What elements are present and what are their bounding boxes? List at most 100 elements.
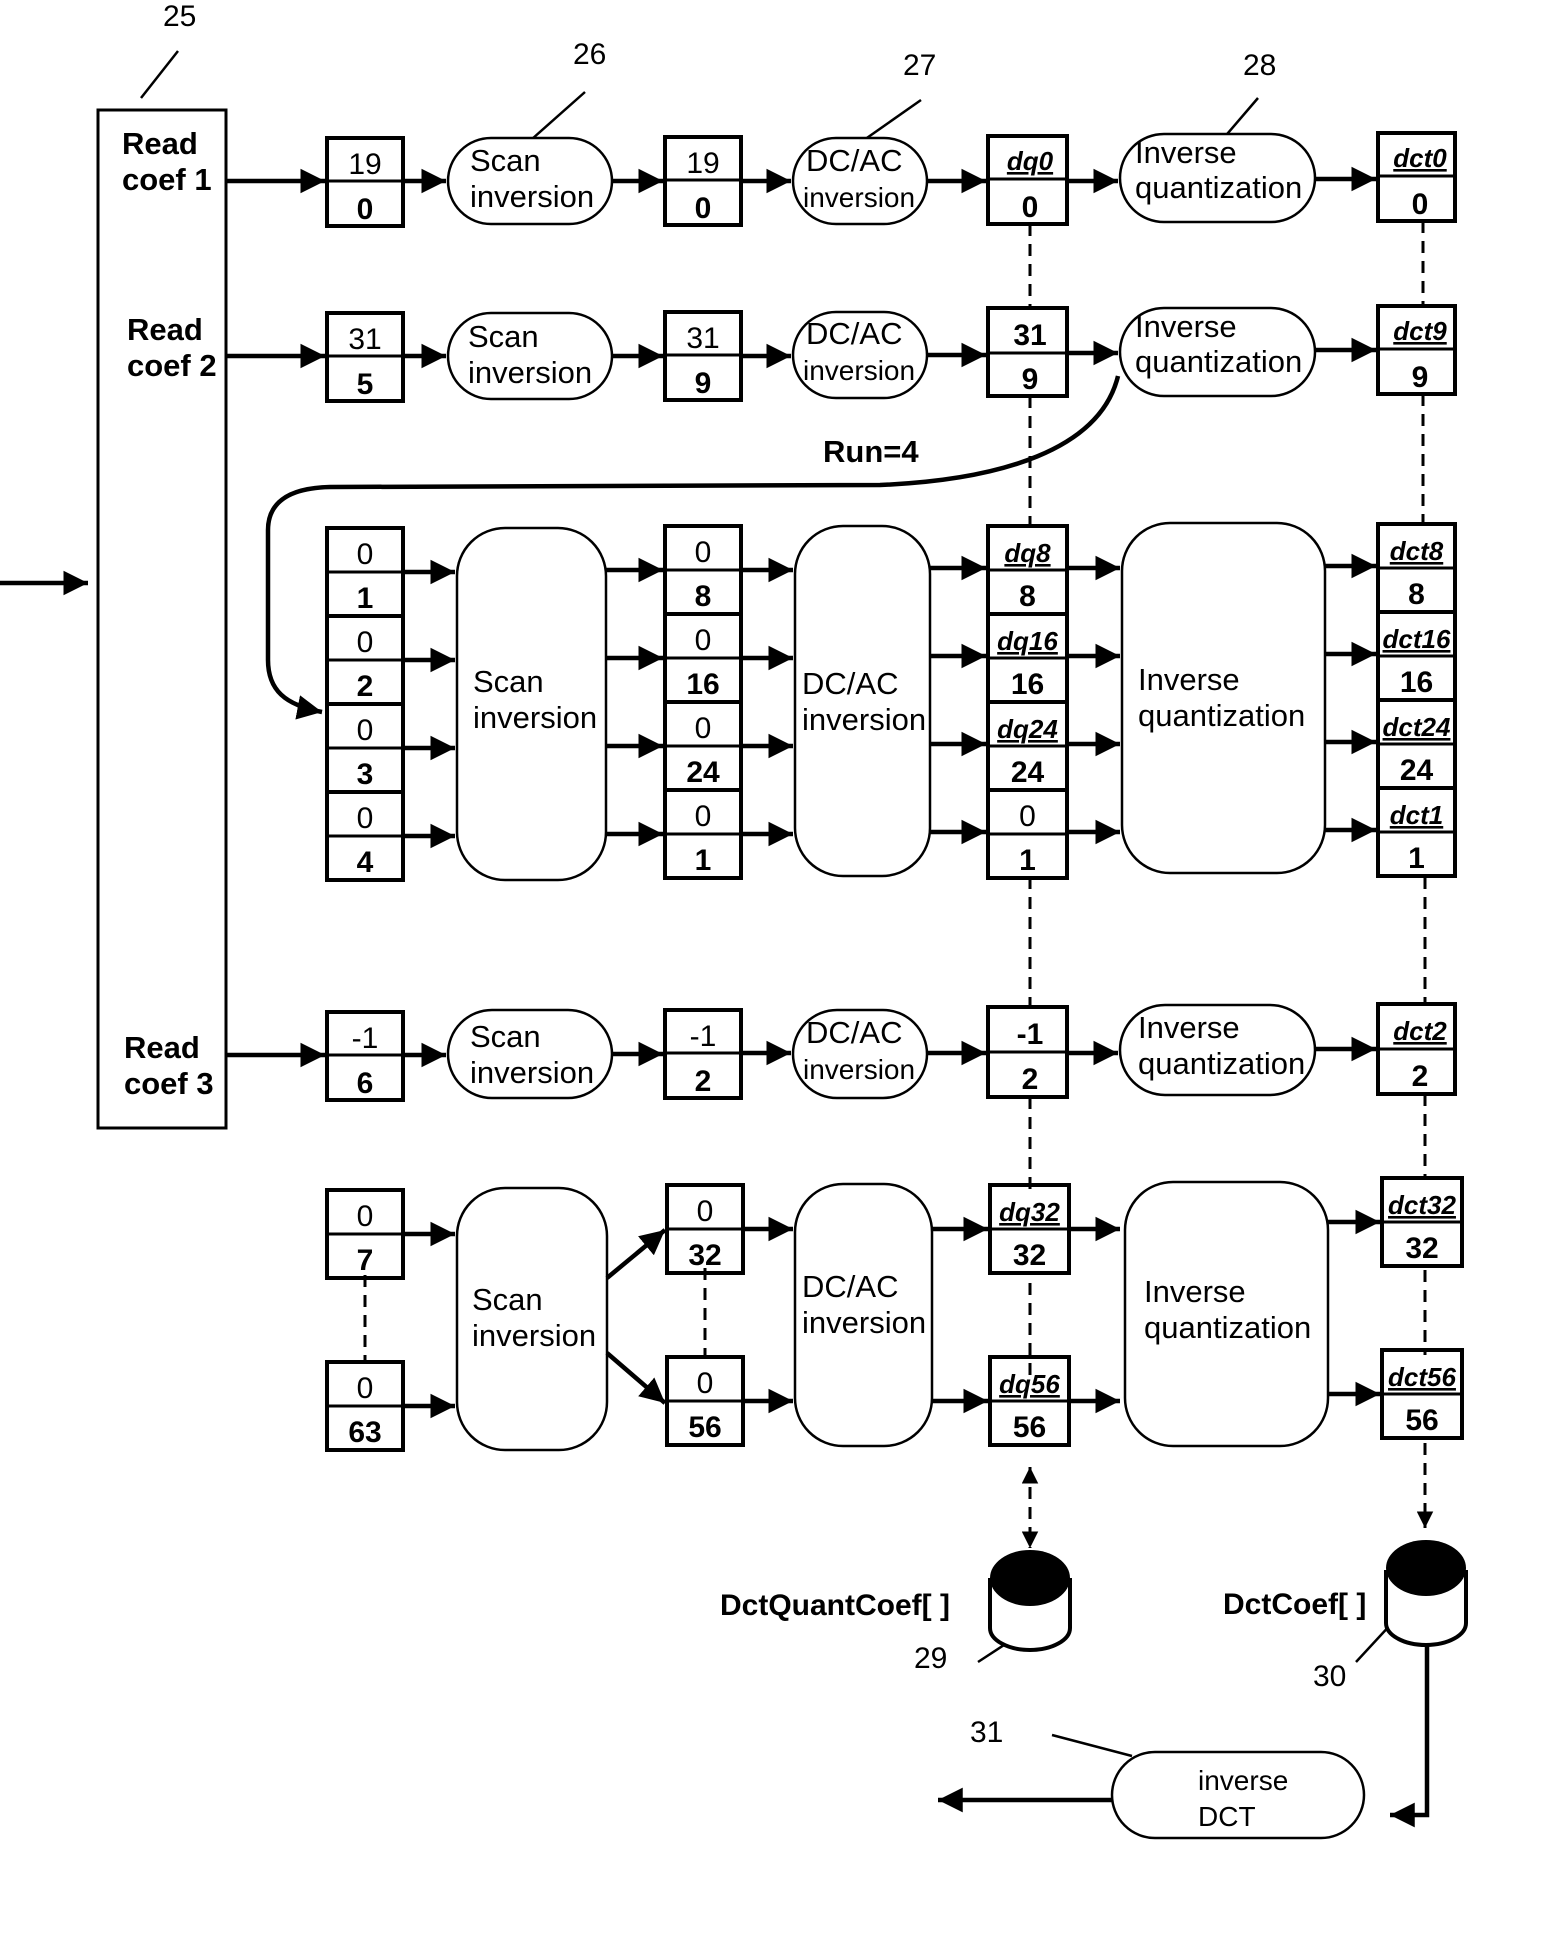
position-value: 63	[348, 1416, 381, 1449]
scan-label-1: Scan	[470, 143, 541, 178]
scan-label-1: Scan	[472, 1282, 543, 1317]
dct-label: dct0	[1393, 143, 1447, 173]
scan-label-1: Scan	[468, 319, 539, 354]
dcac-label-2: inversion	[803, 355, 915, 386]
level-value: -1	[352, 1022, 379, 1055]
position-value: 2	[695, 1065, 712, 1098]
position-value: 56	[688, 1411, 721, 1444]
row-coef-3: -1 6 Scan inversion -1 2 DC/AC inversion…	[226, 1002, 1457, 1102]
position-value: 9	[695, 367, 712, 400]
position-value: 1	[1019, 844, 1036, 877]
position-value: 24	[1400, 754, 1434, 787]
level-value: 0	[357, 714, 374, 747]
coef-label: dq24	[997, 714, 1058, 744]
read-coef-2-line2: coef 2	[127, 348, 217, 383]
read-coefficient-block: Read coef 1 Read coef 2 Read coef 3	[0, 108, 228, 1130]
run-label: Run=4	[823, 434, 919, 469]
leader-31	[1051, 1733, 1133, 1758]
input-pair-cell: 07	[325, 1188, 405, 1280]
scanned-pair-box: 31 9	[663, 310, 743, 402]
position-value: 32	[688, 1239, 721, 1272]
level-value: 0	[695, 536, 712, 569]
level-value: 0	[1019, 800, 1036, 833]
dcac-label-1: DC/AC	[806, 1015, 902, 1050]
scan-label-2: inversion	[473, 700, 597, 735]
position-value: 24	[686, 756, 720, 789]
level-value: 0	[697, 1195, 714, 1228]
dcac-label-2: inversion	[803, 182, 915, 213]
read-coef-1-line2: coef 1	[122, 162, 212, 197]
dct-label: dct2	[1393, 1016, 1447, 1046]
coef-label: dq8	[1004, 538, 1051, 568]
dct-box: dct2 2	[1376, 1002, 1457, 1096]
level-value: -1	[1017, 1018, 1044, 1051]
position-value: 1	[695, 844, 712, 877]
scanned-pair-box: -1 2	[663, 1008, 743, 1100]
level-value: 19	[348, 148, 381, 181]
input-pair-cell: 01	[325, 526, 405, 618]
dct-cell: dct32 32	[1380, 1176, 1464, 1268]
coef-label: dct24	[1383, 712, 1451, 742]
position-value: 0	[1412, 188, 1429, 221]
cylinder-top	[990, 1550, 1070, 1606]
scan-label-2: inversion	[472, 1318, 596, 1353]
read-block-frame	[96, 108, 228, 1130]
input-pair-cell: 04	[325, 790, 405, 882]
level-value: 0	[357, 802, 374, 835]
dct-cell: dct1 1	[1376, 786, 1457, 878]
dq-label: dq0	[1007, 146, 1054, 176]
read-coef-3-line1: Read	[124, 1030, 200, 1065]
inverse-dct-section: inverse DCT	[938, 1646, 1430, 1840]
dequant-box: -1 2	[986, 1005, 1069, 1099]
row-coef-2: 31 5 Scan inversion 31 9 DC/AC inversion…	[226, 304, 1457, 403]
dcac-label-2: inversion	[802, 702, 926, 737]
dcac-label-1: DC/AC	[802, 1269, 898, 1304]
coef-label: dq32	[999, 1197, 1060, 1227]
position-value: 4	[357, 846, 374, 879]
dcac-label-2: inversion	[803, 1054, 915, 1085]
dcac-inversion-process	[793, 524, 932, 878]
level-value: 0	[695, 800, 712, 833]
position-value: 8	[695, 580, 712, 613]
dct-coef-store: DctCoef[ ]	[1223, 1540, 1468, 1647]
level-value: 19	[686, 147, 719, 180]
dct-decoding-flow-diagram: 25 26 27 28 29 30 31 Read coef 1 Read co…	[0, 0, 1560, 1935]
scan-label-1: Scan	[470, 1019, 541, 1054]
position-value: 32	[1405, 1232, 1438, 1265]
store-label: DctCoef[ ]	[1223, 1588, 1366, 1621]
dcac-label-1: DC/AC	[806, 316, 902, 351]
position-value: 9	[1022, 363, 1039, 396]
scanned-pair-box: 19 0	[663, 135, 743, 227]
level-value: 31	[686, 322, 719, 355]
input-pair-box: -1 6	[325, 1010, 405, 1102]
iq-label-2: quantization	[1144, 1310, 1311, 1345]
coef-label: dq16	[997, 626, 1058, 656]
dcac-label-2: inversion	[802, 1305, 926, 1340]
position-value: 16	[1011, 668, 1044, 701]
coef-label: dct56	[1388, 1362, 1456, 1392]
iq-label-1: Inverse	[1138, 662, 1240, 697]
run-value: 0	[357, 193, 374, 226]
input-pair-cell: 03	[325, 702, 405, 794]
ref-26: 26	[573, 38, 606, 71]
coef-label: dct1	[1390, 800, 1443, 830]
arrow	[605, 1228, 667, 1280]
dct-box: dct9 9	[1376, 304, 1457, 396]
store-label: DctQuantCoef[ ]	[720, 1589, 950, 1622]
level-value: 31	[1013, 319, 1046, 352]
position-value: 1	[1408, 842, 1425, 875]
iq-label-2: quantization	[1135, 344, 1302, 379]
iq-label-1: Inverse	[1138, 1010, 1240, 1045]
ref-31: 31	[970, 1716, 1003, 1749]
scan-label-2: inversion	[470, 1055, 594, 1090]
scanned-pair-cell: 016	[663, 612, 743, 704]
position-value: 0	[695, 192, 712, 225]
level-value: 31	[348, 323, 381, 356]
iq-label-1: Inverse	[1135, 135, 1237, 170]
ref-28: 28	[1243, 49, 1276, 82]
scan-label-1: Scan	[473, 664, 544, 699]
dct-cell: dct8 8	[1376, 522, 1457, 614]
dequant-box: 31 9	[986, 306, 1069, 398]
scanned-pair-cell: 056	[665, 1355, 745, 1447]
row-final-block: 07032dq3232dct3232063056dq5656dct5656Sca…	[325, 1176, 1464, 1452]
